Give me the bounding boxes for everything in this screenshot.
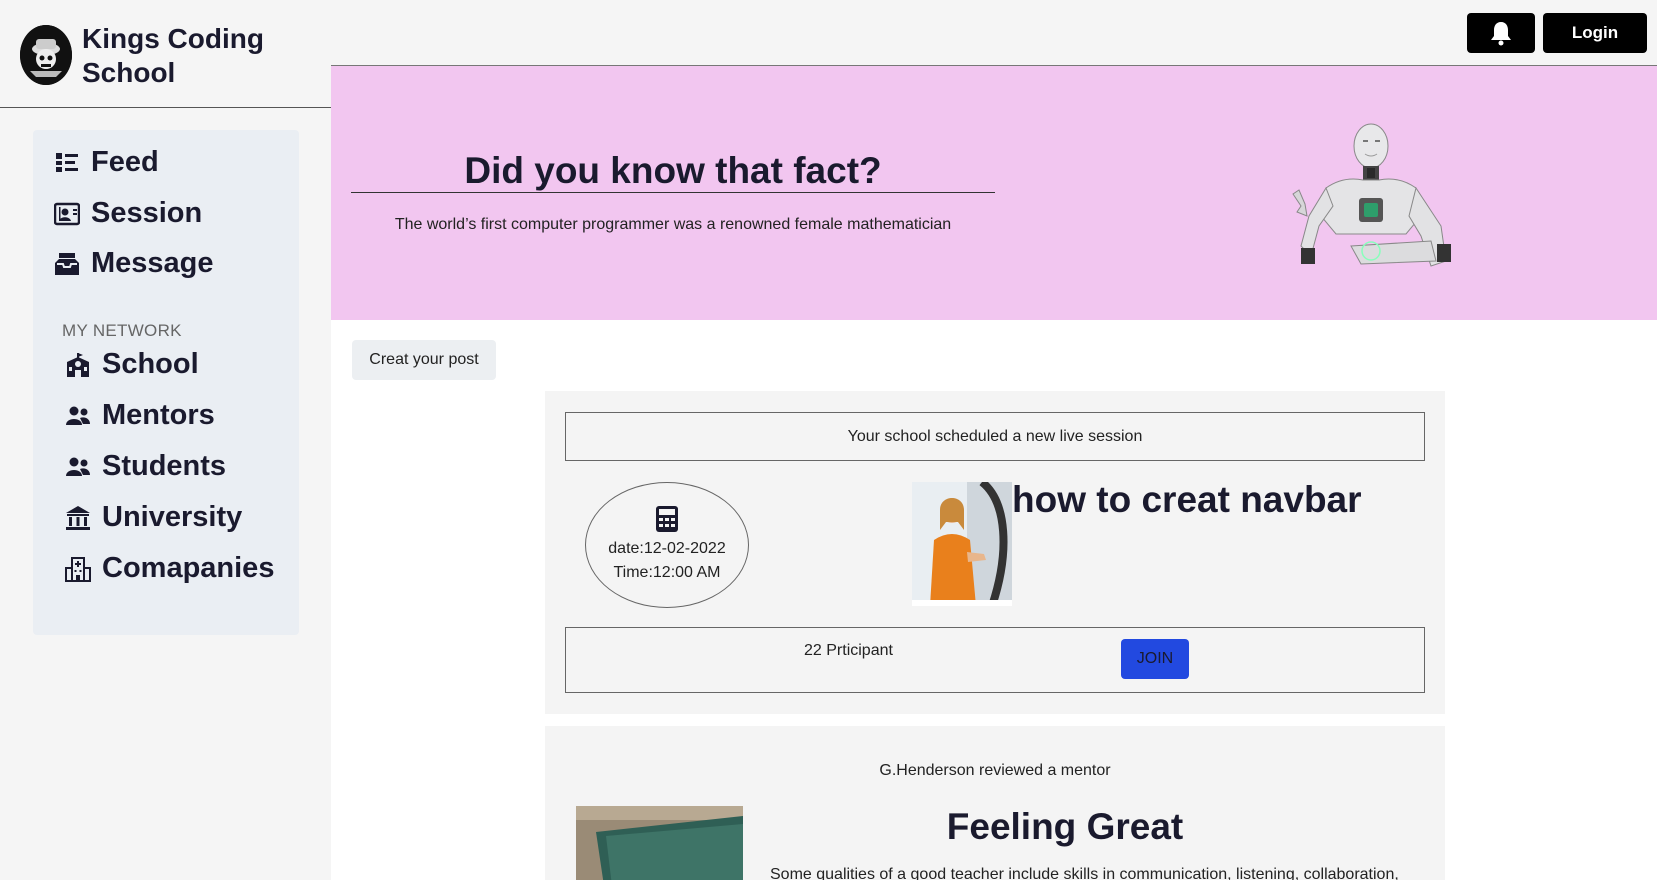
notification-button[interactable] xyxy=(1467,13,1535,53)
review-title: Feeling Great xyxy=(946,806,1184,847)
review-text: Some qualities of a good teacher include… xyxy=(770,866,1399,880)
fact-title: Did you know that fact? xyxy=(351,150,995,193)
sidebar-item-label: Message xyxy=(91,247,214,279)
inbox-icon xyxy=(53,250,81,278)
sidebar-item-mentors[interactable]: Mentors xyxy=(64,399,215,432)
school-logo[interactable] xyxy=(20,25,72,85)
sidebar-item-university[interactable]: University xyxy=(64,501,242,534)
live-session-card: Your school scheduled a new live session… xyxy=(545,391,1445,714)
session-notice: Your school scheduled a new live session xyxy=(565,412,1425,461)
sidebar-item-students[interactable]: Students xyxy=(64,450,226,483)
building-icon xyxy=(64,555,92,583)
feed-main: Creat your post Your school scheduled a … xyxy=(331,320,1657,880)
fact-text: The world’s first computer programmer wa… xyxy=(394,216,952,233)
bell-icon xyxy=(1491,22,1511,46)
brand-header: Kings Coding School xyxy=(0,0,331,108)
sidebar-item-feed[interactable]: Feed xyxy=(53,146,159,179)
brand-name[interactable]: Kings Coding School xyxy=(82,22,322,90)
sidebar-item-companies[interactable]: Comapanies xyxy=(64,552,274,585)
sidebar-item-session[interactable]: Session xyxy=(53,197,202,230)
sidebar-item-school[interactable]: School xyxy=(64,348,199,381)
school-icon xyxy=(64,351,92,379)
feed-icon xyxy=(53,149,81,177)
sidebar-item-label: Mentors xyxy=(102,399,215,431)
sidebar-item-label: Feed xyxy=(91,146,159,178)
sidebar-item-label: Students xyxy=(102,450,227,482)
session-date: date:12-02-2022 xyxy=(608,540,726,557)
participant-count: 22 Prticipant xyxy=(804,642,893,659)
my-network-heading: MY NETWORK xyxy=(62,321,182,340)
create-post-button[interactable]: Creat your post xyxy=(352,340,496,380)
sidebar-item-label: Session xyxy=(91,197,203,229)
sidebar-item-message[interactable]: Message xyxy=(53,247,214,280)
top-navbar: Login xyxy=(331,0,1657,66)
session-icon xyxy=(53,200,81,228)
session-thumbnail[interactable] xyxy=(912,482,1012,606)
mentor-review-card: G.Henderson reviewed a mentor Feeling Gr… xyxy=(545,726,1445,880)
session-date-badge: date:12-02-2022 Time:12:00 AM xyxy=(585,482,749,608)
users-icon xyxy=(64,402,92,430)
sidebar-item-label: University xyxy=(102,501,243,533)
session-join-row: 22 Prticipant JOIN xyxy=(565,627,1425,693)
session-time: Time:12:00 AM xyxy=(613,564,721,581)
review-heading: G.Henderson reviewed a mentor xyxy=(879,762,1111,779)
sidebar-item-label: School xyxy=(102,348,199,380)
fact-banner: Did you know that fact? The world’s firs… xyxy=(331,66,1657,320)
sidebar: Feed Session Message MY NETWORK School M… xyxy=(33,130,299,635)
join-button[interactable]: JOIN xyxy=(1121,639,1189,679)
users-icon xyxy=(64,453,92,481)
robot-image xyxy=(1292,123,1451,267)
login-button[interactable]: Login xyxy=(1543,13,1647,53)
calculator-icon xyxy=(656,506,678,532)
session-title[interactable]: how to creat navbar xyxy=(1012,479,1362,521)
sidebar-item-label: Comapanies xyxy=(102,552,275,584)
university-icon xyxy=(64,504,92,532)
review-image[interactable] xyxy=(576,806,743,880)
